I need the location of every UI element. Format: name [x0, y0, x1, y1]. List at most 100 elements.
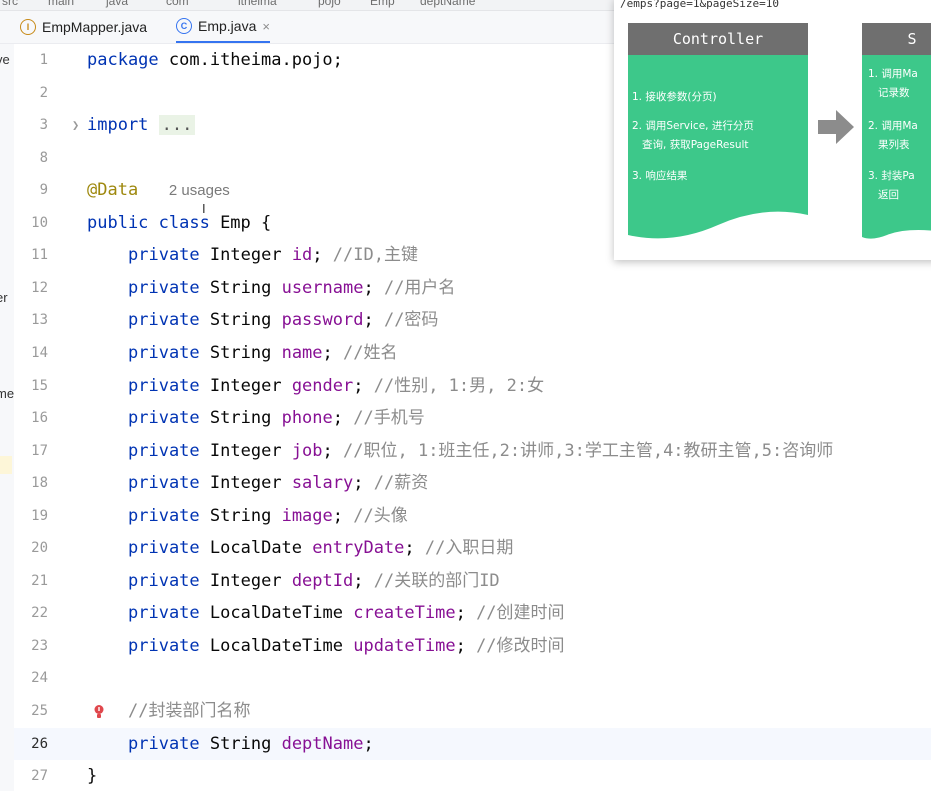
- line-number: 14: [31, 344, 48, 361]
- field-type: String: [209, 342, 272, 363]
- flow-diagram-overlay: /emps?page=1&pageSize=10 Controller 1. 接…: [614, 0, 931, 260]
- breadcrumb-item[interactable]: Emp: [370, 0, 395, 8]
- mouse-cursor-icon: I: [202, 201, 206, 216]
- keyword: private: [128, 473, 200, 494]
- code-line[interactable]: private String password; //密码: [128, 308, 438, 332]
- code-comment: //关联的部门ID: [373, 570, 500, 591]
- controller-step: 2. 调用Service, 进行分页 查询, 获取PageResult: [632, 120, 754, 151]
- tab-emp[interactable]: C Emp.java ×: [176, 11, 270, 43]
- field-type: String: [209, 277, 272, 298]
- code-line[interactable]: package com.itheima.pojo;: [87, 48, 343, 72]
- fold-chevron-icon[interactable]: ❯: [72, 118, 79, 132]
- line-number: 27: [31, 768, 48, 785]
- keyword: private: [128, 408, 200, 429]
- code-line[interactable]: private String image; //头像: [128, 504, 408, 528]
- code-comment: //入职日期: [424, 538, 514, 559]
- code-line[interactable]: private Integer salary; //薪资: [128, 471, 428, 495]
- field-type: Integer: [209, 245, 282, 266]
- close-icon[interactable]: ×: [262, 19, 270, 34]
- code-comment: //修改时间: [476, 635, 565, 656]
- code-comment: //密码: [383, 310, 439, 331]
- service-step: 3. 封装Pa 返回: [868, 170, 915, 201]
- breadcrumb-item[interactable]: deptName: [420, 0, 475, 8]
- controller-header: Controller: [628, 23, 808, 55]
- keyword: private: [128, 538, 200, 559]
- field-name: updateTime: [353, 635, 456, 656]
- breadcrumb-item[interactable]: main: [48, 0, 74, 8]
- field-type: LocalDate: [209, 538, 303, 559]
- line-number: 17: [31, 442, 48, 459]
- code-line[interactable]: //封装部门名称: [128, 699, 250, 723]
- service-step: 1. 调用Ma 记录数: [868, 68, 918, 99]
- tab-empmapper[interactable]: I EmpMapper.java: [20, 11, 147, 43]
- panel-fragment: me: [0, 386, 14, 401]
- code-line[interactable]: private Integer id; //ID,主键: [128, 243, 418, 267]
- code-line[interactable]: private Integer job; //职位, 1:班主任,2:讲师,3:…: [128, 439, 833, 463]
- code-line[interactable]: private LocalDateTime createTime; //创建时间: [128, 601, 565, 625]
- keyword: private: [128, 505, 200, 526]
- keyword: private: [128, 342, 200, 363]
- line-number: 19: [31, 507, 48, 524]
- line-number: 16: [31, 410, 48, 427]
- code-comment: //职位, 1:班主任,2:讲师,3:学工主管,4:教研主管,5:咨询师: [343, 440, 834, 461]
- service-step: 2. 调用Ma 果列表: [868, 120, 918, 151]
- breadcrumb-item[interactable]: src: [2, 0, 18, 8]
- code-comment: //封装部门名称: [128, 701, 251, 721]
- line-number: 22: [31, 605, 48, 622]
- code-line[interactable]: private Integer gender; //性别, 1:男, 2:女: [128, 374, 544, 398]
- code-comment: //头像: [353, 505, 408, 526]
- code-line[interactable]: private String phone; //手机号: [128, 406, 425, 430]
- keyword: private: [128, 310, 200, 331]
- line-number: 15: [31, 377, 48, 394]
- field-type: Integer: [209, 570, 282, 591]
- line-number: 12: [31, 279, 48, 296]
- tab-label: EmpMapper.java: [42, 19, 148, 35]
- field-name: salary: [291, 473, 354, 494]
- line-number: 20: [31, 540, 48, 557]
- code-line[interactable]: private String name; //姓名: [128, 341, 398, 365]
- field-type: Integer: [209, 440, 282, 461]
- field-name: deptName: [281, 733, 364, 754]
- keyword: private: [128, 440, 200, 461]
- code-line[interactable]: import ...: [87, 113, 196, 137]
- breadcrumb-item[interactable]: itheima: [238, 0, 277, 8]
- arrow-right-icon: [818, 110, 854, 144]
- request-url: /emps?page=1&pageSize=10: [620, 0, 779, 10]
- line-number: 8: [39, 149, 48, 166]
- code-line[interactable]: }: [87, 764, 97, 788]
- code-line[interactable]: private Integer deptId; //关联的部门ID: [128, 569, 500, 593]
- field-name: deptId: [291, 570, 354, 591]
- panel-fragment: ve: [0, 52, 10, 67]
- field-type: String: [209, 733, 272, 754]
- keyword: import: [87, 115, 149, 136]
- code-line[interactable]: private String deptName;: [128, 732, 384, 756]
- line-number: 2: [39, 84, 48, 101]
- folded-imports[interactable]: ...: [158, 115, 196, 136]
- code-line[interactable]: private LocalDateTime updateTime; //修改时间: [128, 634, 565, 658]
- code-line[interactable]: private LocalDate entryDate; //入职日期: [128, 536, 513, 560]
- code-line[interactable]: public class Emp {: [87, 211, 271, 235]
- field-name: entryDate: [312, 538, 405, 559]
- usages-hint[interactable]: 2 usages: [169, 182, 230, 199]
- annotation: @Data: [87, 180, 139, 201]
- line-number: 24: [31, 670, 48, 687]
- line-number: 13: [31, 312, 48, 329]
- code-comment: //性别, 1:男, 2:女: [373, 375, 545, 396]
- keyword: public class: [87, 212, 210, 233]
- field-name: name: [281, 342, 323, 363]
- line-number: 25: [31, 703, 48, 719]
- lightbulb-icon[interactable]: [94, 704, 104, 720]
- line-number: 3: [39, 117, 48, 134]
- breadcrumb-item[interactable]: com: [166, 0, 189, 8]
- line-number: 1: [39, 52, 48, 68]
- breadcrumb-item[interactable]: java: [106, 0, 128, 8]
- field-name: gender: [291, 375, 354, 396]
- code-line[interactable]: @Data 2 usages: [87, 178, 230, 203]
- code-line[interactable]: private String username; //用户名: [128, 276, 455, 300]
- controller-step: 3. 响应结果: [632, 170, 688, 182]
- selection-highlight: [0, 456, 12, 474]
- line-number: 23: [31, 637, 48, 654]
- code-comment: //创建时间: [476, 603, 565, 624]
- breadcrumb-item[interactable]: pojo: [318, 0, 341, 8]
- line-number-gutter: 1 2 3 8 9 10 11 12 13 14 15 16 17 18 19 20 21 22 23 24 25 26 2…: [14, 44, 82, 791]
